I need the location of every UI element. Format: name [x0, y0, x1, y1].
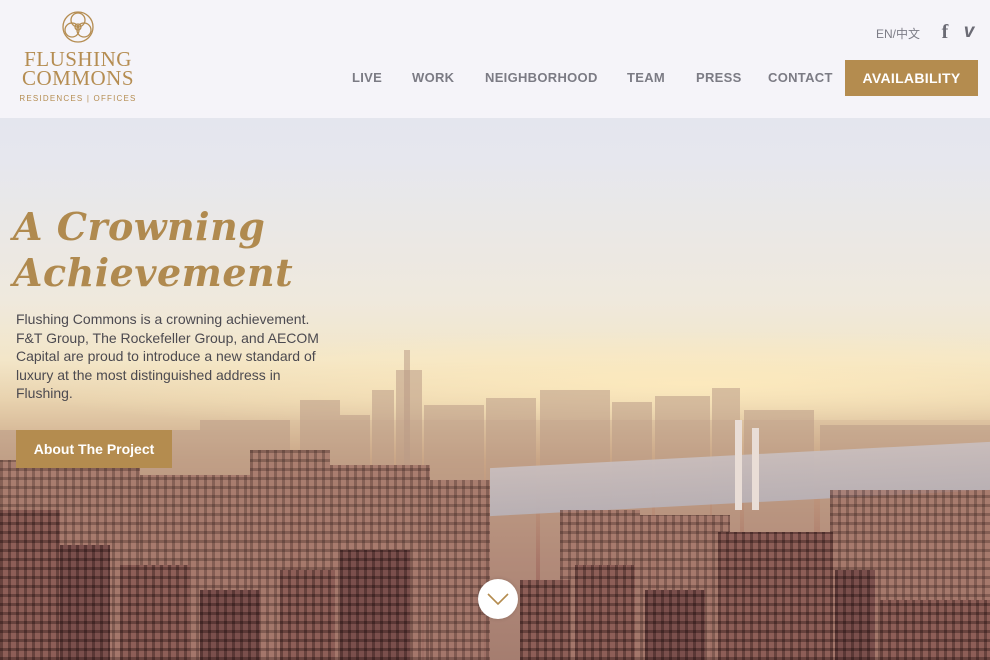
about-project-button[interactable]: About The Project: [16, 430, 172, 468]
brand-tagline: RESIDENCES | OFFICES: [19, 94, 137, 103]
nav-contact[interactable]: CONTACT: [768, 70, 833, 85]
nav-neighborhood[interactable]: NEIGHBORHOOD: [485, 70, 598, 85]
nav-work[interactable]: WORK: [412, 70, 454, 85]
hero-intro-text: Flushing Commons is a crowning achieveme…: [16, 311, 319, 401]
hero-headline-line1: A Crowning: [13, 204, 266, 249]
hero-headline-line2: Achievement: [13, 250, 294, 295]
hero-headline: A Crowning Achievement: [13, 204, 333, 296]
language-switch[interactable]: EN/中文: [876, 25, 920, 42]
chevron-down-icon: [487, 593, 509, 606]
nav-press[interactable]: PRESS: [696, 70, 742, 85]
nav-team[interactable]: TEAM: [627, 70, 665, 85]
logo-rosette-icon: [62, 11, 94, 43]
vimeo-icon[interactable]: v: [960, 22, 978, 42]
site-header: FLUSHING COMMONS RESIDENCES | OFFICES EN…: [0, 0, 990, 118]
facebook-icon[interactable]: f: [936, 22, 954, 42]
availability-button[interactable]: AVAILABILITY: [845, 60, 978, 96]
main-nav: LIVE WORK NEIGHBORHOOD TEAM PRESS CONTAC…: [0, 70, 990, 90]
scroll-down-button[interactable]: [478, 579, 518, 619]
nav-live[interactable]: LIVE: [352, 70, 382, 85]
